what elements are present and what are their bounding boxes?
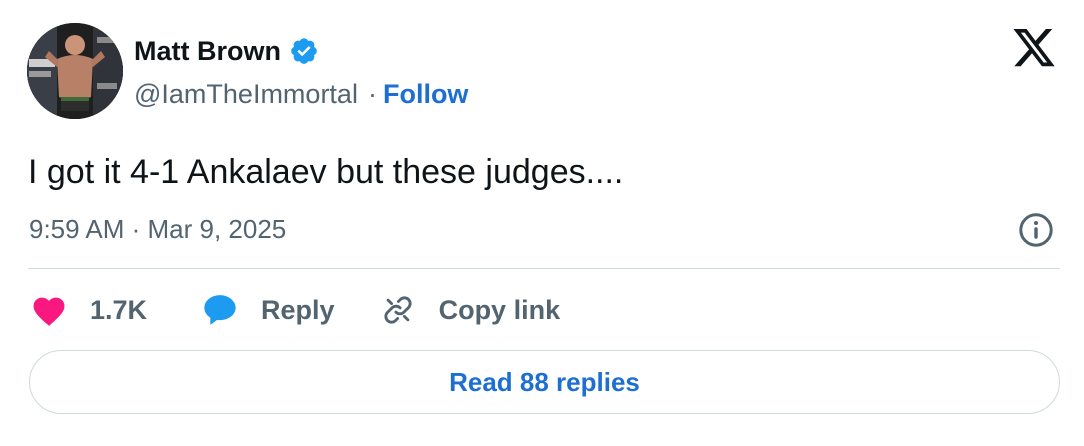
copy-link-label: Copy link (438, 294, 561, 325)
x-logo-icon[interactable] (1011, 29, 1057, 71)
link-icon (384, 296, 412, 324)
like-button[interactable]: 1.7K (30, 293, 147, 327)
info-icon[interactable] (1017, 211, 1055, 249)
read-replies-label: Read 88 replies (449, 366, 640, 397)
avatar[interactable] (27, 23, 123, 119)
embedded-tweet-card: Matt Brown @IamTheImmortal · Follow I go… (0, 0, 1084, 446)
verified-badge-icon (291, 38, 317, 64)
author-name-text[interactable]: Matt Brown (134, 35, 281, 67)
action-bar: 1.7K Reply Copy link (30, 288, 560, 332)
reply-label: Reply (261, 294, 335, 325)
read-replies-button[interactable]: Read 88 replies (29, 350, 1060, 414)
follow-link[interactable]: Follow (383, 77, 468, 111)
author-handle[interactable]: @IamTheImmortal (134, 77, 358, 111)
avatar-photo (27, 23, 123, 119)
speech-bubble-icon (204, 295, 236, 325)
handle-row: @IamTheImmortal · Follow (134, 77, 468, 111)
tweet-text: I got it 4-1 Ankalaev but these judges..… (28, 153, 624, 191)
copy-link-button[interactable]: Copy link (381, 293, 561, 327)
divider (28, 268, 1060, 269)
handle-separator: · (367, 79, 377, 109)
heart-icon (33, 297, 65, 326)
reply-button[interactable]: Reply (201, 292, 335, 328)
tweet-timestamp[interactable]: 9:59 AM · Mar 9, 2025 (29, 212, 286, 246)
like-count: 1.7K (90, 294, 148, 325)
author-name[interactable]: Matt Brown (134, 35, 319, 67)
